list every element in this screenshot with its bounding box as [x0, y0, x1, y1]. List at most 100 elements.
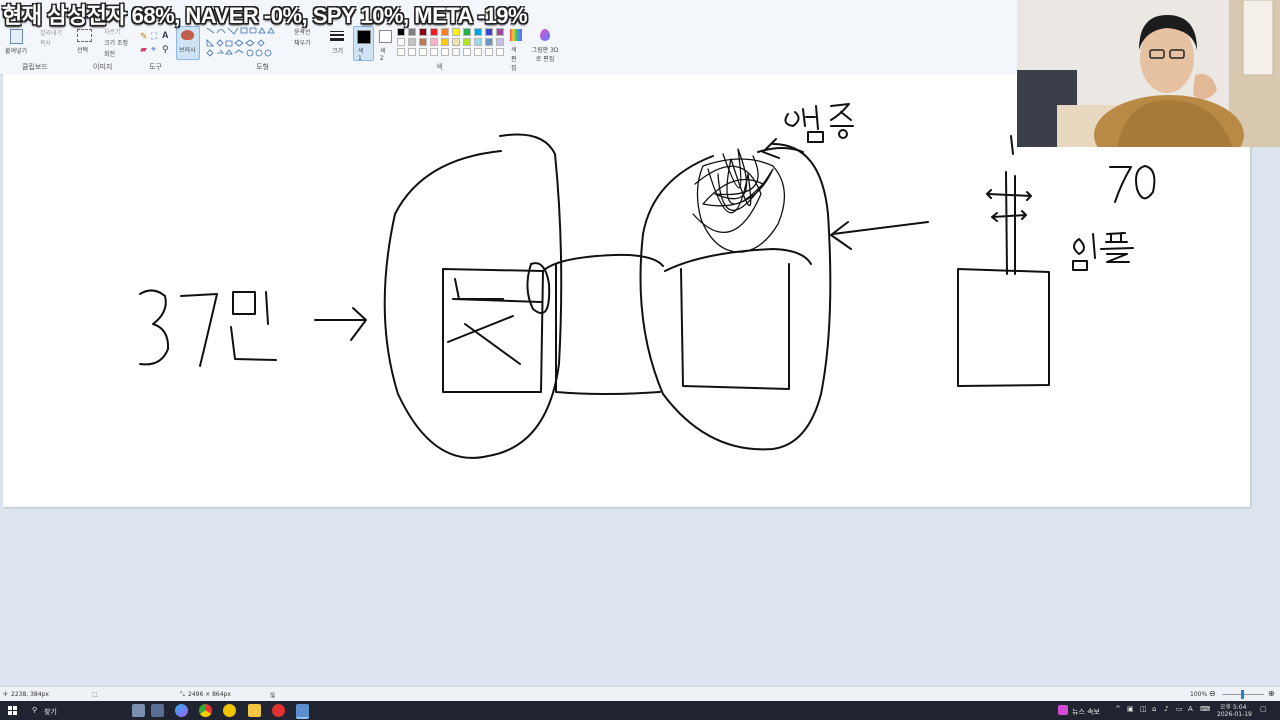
resize-button[interactable]: 크기 조정 [104, 38, 128, 47]
selection-icon [77, 29, 92, 42]
clock-time[interactable]: 오후 5:04 [1220, 702, 1246, 711]
taskbar-app-person[interactable] [132, 704, 145, 717]
palette-swatch[interactable] [485, 48, 493, 56]
text-tool-icon[interactable]: A [162, 31, 169, 40]
palette-swatch[interactable] [441, 48, 449, 56]
tools-group-label: 도구 [149, 63, 162, 71]
color1-button[interactable]: 색 1 [353, 26, 374, 62]
color2-button[interactable]: 색 2 [376, 26, 395, 62]
fill-button[interactable]: 채우기 [294, 38, 311, 47]
shapes-gallery[interactable] [204, 26, 280, 58]
brush-icon [181, 30, 194, 40]
image-group-label: 이미지 [93, 63, 113, 71]
paste-button[interactable]: 붙여넣기 [4, 26, 28, 58]
edit-colors-button[interactable]: 색 편집 [506, 26, 526, 72]
palette-swatch[interactable] [463, 38, 471, 46]
handwriting-37man [139, 289, 367, 367]
paint3d-icon [540, 29, 550, 41]
eraser-icon[interactable]: ▰ [140, 45, 147, 54]
tooth-left [383, 133, 563, 459]
network-icon[interactable]: ⌂ [1152, 705, 1156, 713]
magnifier-icon[interactable]: ⚲ [162, 45, 169, 54]
palette-swatch[interactable] [419, 48, 427, 56]
keyboard-icon[interactable]: ⌨ [1200, 705, 1210, 713]
palette-swatch[interactable] [419, 38, 427, 46]
windows-start-icon[interactable] [8, 706, 17, 715]
size-label: 크기 [332, 48, 344, 55]
chrome-icon[interactable] [199, 704, 212, 717]
pencil-icon[interactable]: ✎ [140, 32, 148, 41]
brushes-label: 브러시 [179, 47, 196, 54]
color-picker-icon[interactable]: ⌖ [151, 45, 156, 54]
zoom-out-button[interactable]: ⊖ [1209, 689, 1216, 698]
palette-swatch[interactable] [430, 48, 438, 56]
cursor-icon: ✛ [3, 691, 9, 698]
file-explorer-icon[interactable] [248, 704, 261, 717]
tray-app2-icon[interactable]: ◫ [1140, 705, 1147, 713]
zoom-in-button[interactable]: ⊕ [1268, 689, 1275, 698]
palette-swatch[interactable] [496, 48, 504, 56]
rainbow-icon [510, 29, 522, 41]
handwriting-imple [1072, 232, 1134, 271]
select-button[interactable]: 선택 [74, 26, 94, 58]
palette-swatch[interactable] [463, 48, 471, 56]
headline-overlay: 현재 삼성전자 68%, NAVER -0%, SPY 10%, META -1… [2, 3, 528, 28]
tray-chevron-icon[interactable]: ^ [1115, 705, 1121, 713]
select-label: 선택 [77, 47, 89, 54]
palette-swatch[interactable] [430, 38, 438, 46]
paint3d-label: 그림판 3D로 편집 [531, 47, 559, 63]
color1-swatch [357, 30, 371, 44]
palette-swatch[interactable] [474, 38, 482, 46]
line-width-icon [330, 31, 344, 41]
tray-apps-icon[interactable]: ▣ [1127, 705, 1134, 713]
handwriting-yeomjeung [784, 103, 854, 143]
palette-swatch[interactable] [397, 48, 405, 56]
tooth-right [639, 138, 832, 451]
taskbar-app-recorder[interactable] [272, 704, 285, 717]
clock-date[interactable]: 2026-01-19 [1217, 711, 1252, 718]
arrow-to-tooth-right [830, 221, 929, 250]
notification-icon[interactable]: ▢ [1260, 705, 1267, 713]
volume-icon[interactable]: ♪ [1164, 705, 1168, 713]
rotate-button[interactable]: 회전 [104, 49, 115, 58]
selection-size-icon: ⬚ [92, 691, 98, 698]
palette-swatch[interactable] [485, 38, 493, 46]
presenter-video [1017, 0, 1280, 147]
ime-indicator-icon[interactable]: A [1188, 705, 1193, 713]
clipboard-group-label: 클립보드 [22, 63, 48, 71]
palette-swatch[interactable] [474, 48, 482, 56]
webcam-overlay [1017, 0, 1280, 147]
taskbar-app-yellow[interactable] [223, 704, 236, 717]
palette-swatch[interactable] [452, 38, 460, 46]
taskbar-app-tools[interactable] [151, 704, 164, 717]
cursor-position: 2238, 384px [11, 691, 49, 698]
paste-label: 붙여넣기 [5, 48, 28, 55]
edit-colors-label: 색 편집 [511, 47, 517, 72]
zoom-level: 100% [1190, 691, 1208, 698]
status-bar: ✛ 2238, 384px ⬚ ⤡ 2496 × 864px 🖫 100% ⊖ … [0, 686, 1280, 702]
palette-swatch[interactable] [408, 38, 416, 46]
color2-swatch [379, 30, 392, 43]
zoom-slider-thumb[interactable] [1241, 690, 1244, 699]
news-ticker[interactable]: 뉴스 속보 [1072, 707, 1100, 717]
paint3d-button[interactable]: 그림판 3D로 편집 [530, 26, 560, 63]
battery-icon[interactable]: ▭ [1176, 705, 1183, 713]
news-icon[interactable] [1058, 705, 1068, 715]
palette-swatch[interactable] [408, 48, 416, 56]
palette-swatch[interactable] [397, 38, 405, 46]
fill-icon[interactable]: ⛶ [151, 32, 157, 41]
paint-icon[interactable] [296, 704, 309, 719]
handwriting-70 [1109, 165, 1156, 203]
taskbar-app-copilot[interactable] [175, 704, 188, 717]
taskbar: ⚲ 찾기 뉴스 속보 ^ ▣ ◫ ⌂ ♪ ▭ A ⌨ 오후 5:04 2026-… [0, 701, 1280, 720]
palette-swatch[interactable] [452, 48, 460, 56]
colors-group-label: 색 [436, 63, 443, 71]
search-icon[interactable]: ⚲ [32, 706, 37, 714]
size-button[interactable]: 크기 [326, 26, 348, 60]
palette-swatch[interactable] [496, 38, 504, 46]
taskbar-search-label[interactable]: 찾기 [44, 707, 57, 717]
copy-button[interactable]: 복사 [40, 38, 51, 47]
clipboard-icon [10, 29, 23, 44]
brushes-button[interactable]: 브러시 [176, 26, 200, 60]
palette-swatch[interactable] [441, 38, 449, 46]
